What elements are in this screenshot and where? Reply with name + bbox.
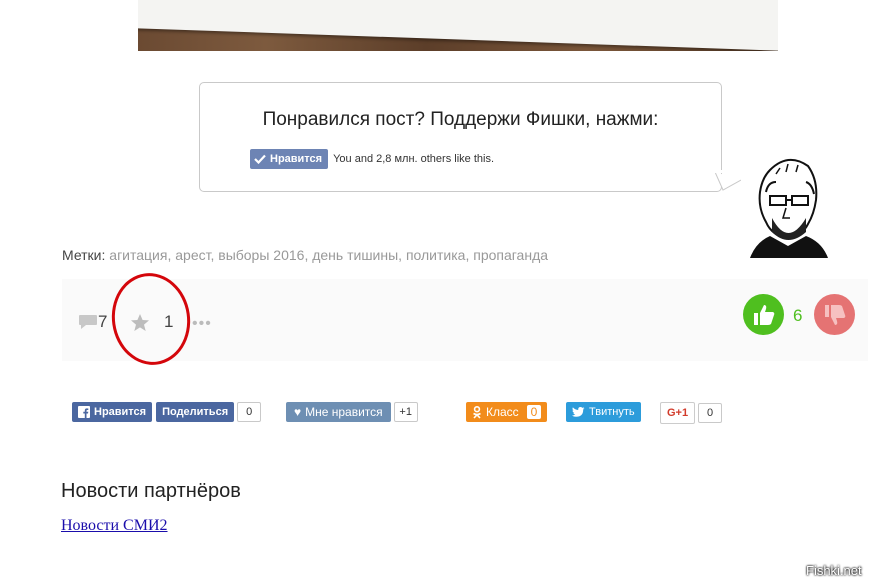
tag-link[interactable]: выборы 2016 <box>218 247 304 263</box>
site-watermark: Fishki.net <box>806 563 862 578</box>
tag-link[interactable]: агитация <box>109 247 167 263</box>
comments-count: 7 <box>98 312 108 331</box>
dislike-button[interactable] <box>814 294 855 335</box>
fb-like-widget: Нравится You and 2,8 млн. others like th… <box>250 149 494 169</box>
facebook-icon <box>78 406 90 418</box>
fb-like-button[interactable]: Нравится <box>250 149 329 169</box>
vk-like-button[interactable]: ♥ Мне нравится <box>286 402 391 422</box>
post-photo <box>138 0 778 51</box>
fb-share-count: 0 <box>237 402 262 422</box>
twitter-bird-icon <box>572 406 585 417</box>
fb-share-label: Поделиться <box>162 406 229 418</box>
comment-icon <box>79 315 97 329</box>
photo-paper <box>138 0 778 51</box>
facebook-share-widget: Нравится Поделиться 0 <box>72 402 262 422</box>
tweet-label: Твитнуть <box>589 406 635 418</box>
support-title: Понравился пост? Поддержи Фишки, нажми: <box>262 109 659 130</box>
google-plus-one-button[interactable]: G+1 <box>660 402 696 424</box>
more-dots-icon[interactable]: ••• <box>192 315 212 333</box>
fb-like-label: Нравится <box>94 406 147 418</box>
check-icon <box>254 154 266 164</box>
ok-class-label: Класс <box>486 405 519 419</box>
like-button[interactable] <box>743 294 784 335</box>
fb-like-label: Нравится <box>270 153 323 165</box>
bald-man-portrait <box>750 159 828 258</box>
partners-heading: Новости партнёров <box>61 480 241 502</box>
ok-class-count: 0 <box>526 405 542 419</box>
odnoklassniki-icon <box>473 405 481 419</box>
ok-share-widget: Класс 0 <box>466 402 548 422</box>
partners-news-link[interactable]: Новости СМИ2 <box>61 517 168 535</box>
bubble-tail <box>715 170 741 191</box>
google-plus-label: G+1 <box>667 407 689 419</box>
tags-label: Метки: <box>62 247 106 263</box>
thumbs-up-icon <box>753 304 774 325</box>
twitter-share-widget: Твитнуть <box>566 402 641 422</box>
google-plus-count: 0 <box>698 403 723 423</box>
tag-link[interactable]: пропаганда <box>473 247 548 263</box>
fb-like-share-button[interactable]: Нравится <box>72 402 153 422</box>
comments-counter[interactable]: 7 <box>78 312 107 332</box>
thumbs-down-icon <box>824 304 845 325</box>
like-count: 6 <box>793 306 803 325</box>
tag-link[interactable]: политика <box>406 247 466 263</box>
vk-like-count: +1 <box>393 402 418 422</box>
tag-link[interactable]: день тишины <box>312 247 398 263</box>
fb-like-summary: You and 2,8 млн. others like this. <box>333 153 495 165</box>
vk-like-widget: ♥ Мне нравится +1 <box>286 402 418 422</box>
support-bubble: Понравился пост? Поддержи Фишки, нажми: … <box>199 82 722 192</box>
google-plus-widget: G+1 0 <box>660 402 723 424</box>
fb-share-button[interactable]: Поделиться <box>156 402 235 422</box>
tweet-button[interactable]: Твитнуть <box>566 402 641 422</box>
post-tags: Метки: агитация, арест, выборы 2016, ден… <box>62 247 549 263</box>
heart-icon: ♥ <box>294 405 302 419</box>
vk-like-label: Мне нравится <box>305 405 383 419</box>
ok-class-button[interactable]: Класс 0 <box>466 402 548 422</box>
tag-link[interactable]: арест <box>175 247 210 263</box>
